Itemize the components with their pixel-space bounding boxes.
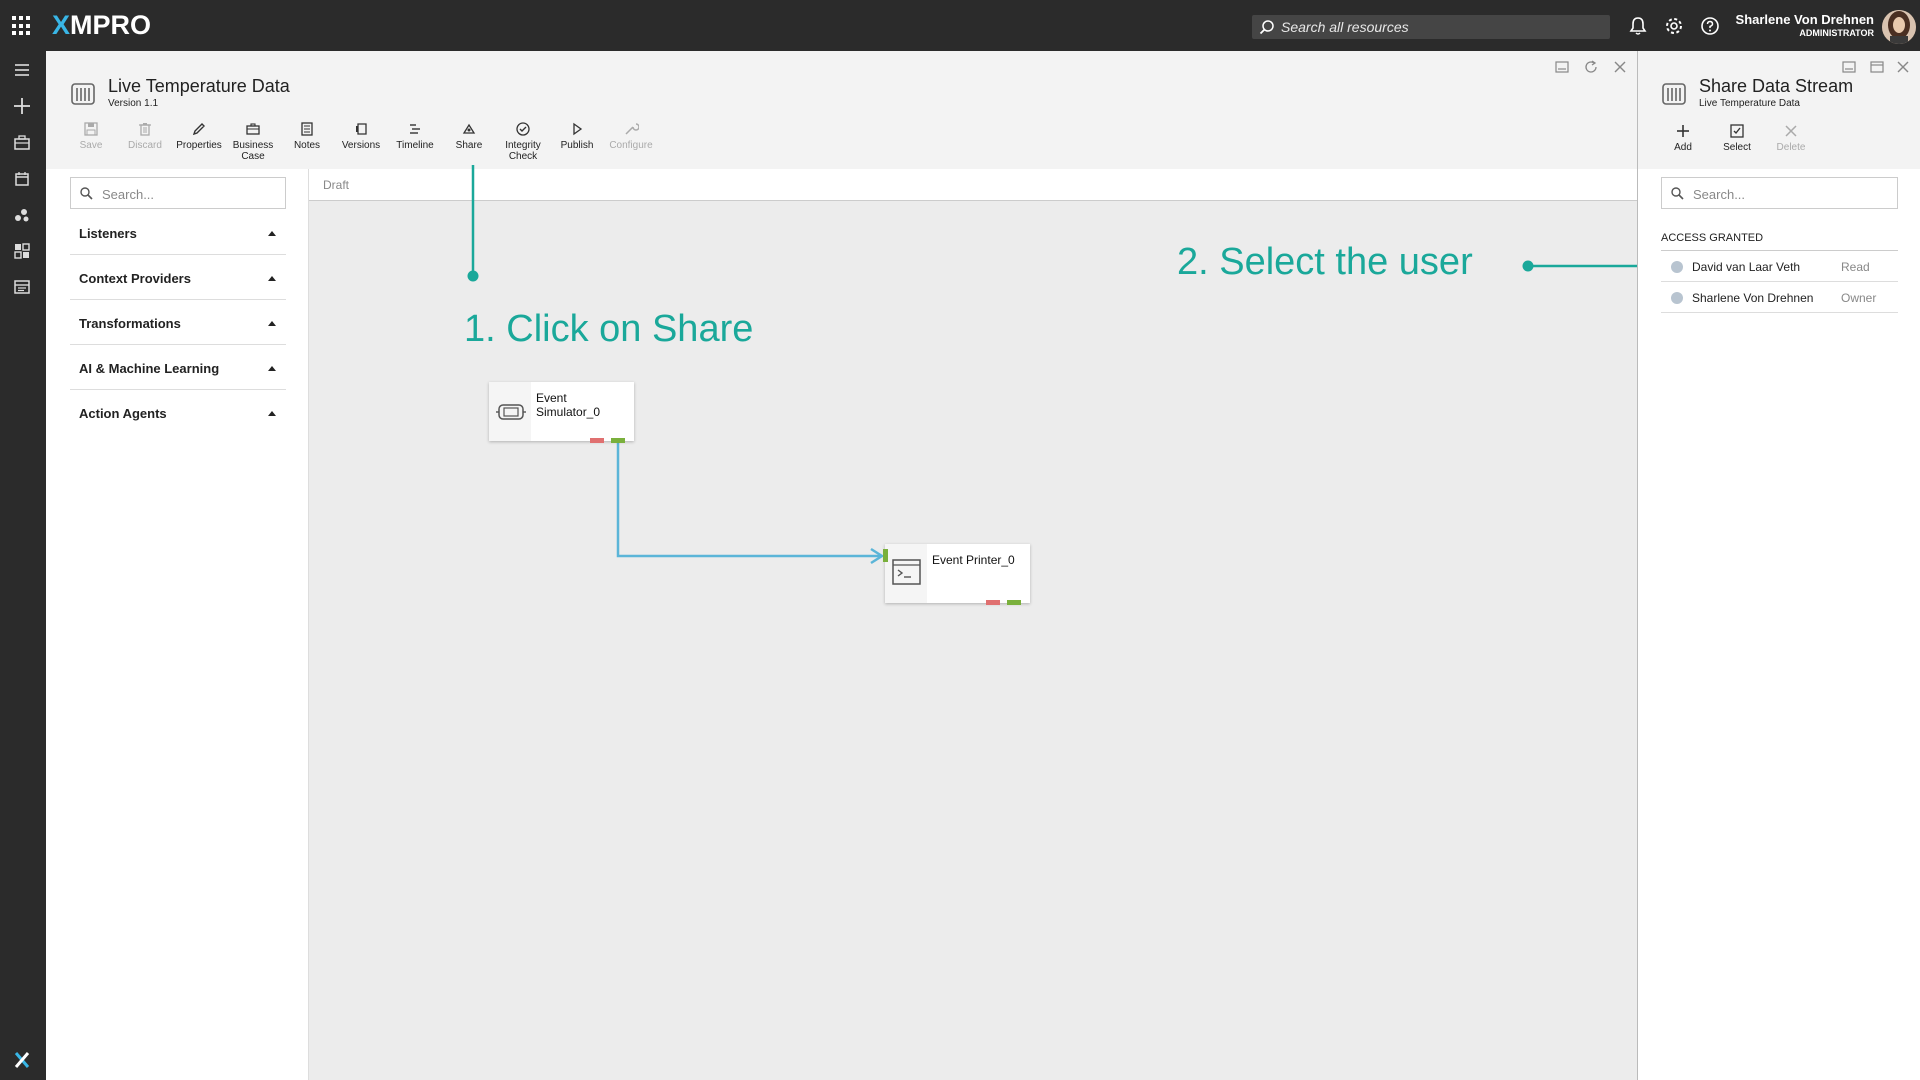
share-data-stream-panel: Share Data Stream Live Temperature Data …: [1637, 51, 1920, 1080]
share-panel-subtitle: Live Temperature Data: [1699, 98, 1800, 109]
data-stream-doc-icon: [1662, 83, 1686, 105]
share-panel-title: Share Data Stream: [1699, 76, 1854, 96]
user-row-david-van-laar-veth[interactable]: David van Laar Veth Read: [1661, 251, 1898, 282]
select-button[interactable]: Select: [1714, 123, 1760, 153]
share-panel-header: Share Data Stream Live Temperature Data …: [1638, 51, 1920, 169]
annotation-step2: 2. Select the user: [1177, 241, 1473, 283]
maximize-icon[interactable]: [1869, 59, 1885, 75]
share-search-input[interactable]: Search...: [1661, 177, 1898, 209]
close-icon[interactable]: [1895, 59, 1911, 75]
close-icon: [1785, 125, 1797, 137]
add-user-button[interactable]: Add: [1660, 123, 1706, 153]
search-icon: [1671, 187, 1684, 200]
checkbox-icon: [1730, 124, 1744, 138]
user-name: David van Laar Veth: [1692, 260, 1801, 274]
annotation-layer: [467, 165, 1657, 282]
plus-icon: [1677, 125, 1689, 137]
share-search-placeholder: Search...: [1693, 187, 1746, 202]
user-row-sharlene-von-drehnen[interactable]: Sharlene Von Drehnen Owner: [1661, 282, 1898, 313]
annotation-step1: 1. Click on Share: [464, 308, 754, 350]
user-icon: [1671, 292, 1683, 304]
select-label: Select: [1723, 142, 1751, 153]
minimize-icon[interactable]: [1841, 59, 1857, 75]
user-name: Sharlene Von Drehnen: [1692, 291, 1814, 305]
user-icon: [1671, 261, 1683, 273]
delete-button[interactable]: Delete: [1768, 123, 1814, 153]
access-granted-heading: ACCESS GRANTED: [1661, 232, 1898, 251]
user-role: Read: [1841, 260, 1870, 274]
user-role: Owner: [1841, 291, 1877, 305]
delete-label: Delete: [1776, 142, 1806, 153]
add-label: Add: [1674, 142, 1692, 153]
